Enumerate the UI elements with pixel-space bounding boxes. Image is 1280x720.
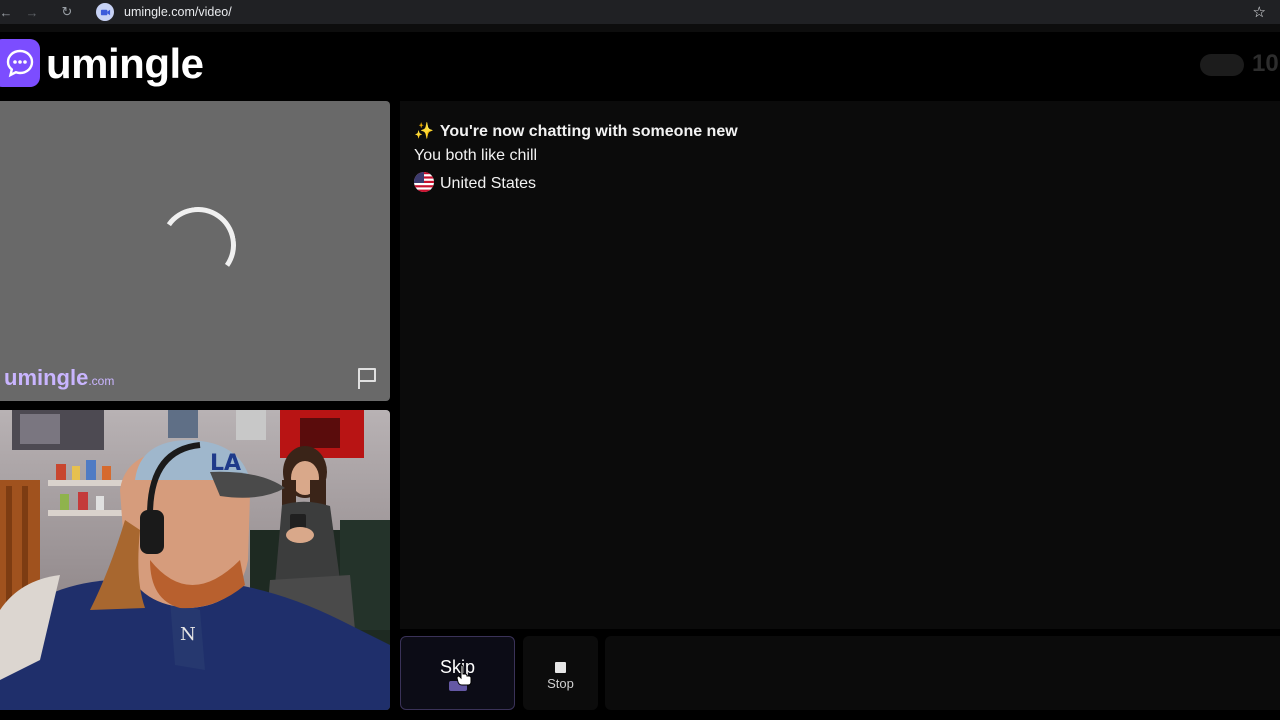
hand-pointer-cursor-icon (456, 664, 472, 686)
video-camera-icon (96, 3, 114, 21)
chat-bubble-logo-icon[interactable] (0, 39, 40, 87)
svg-text:LA: LA (210, 451, 241, 476)
browser-toolbar: ← → ↻ umingle.com/video/ ☆ (0, 0, 1280, 24)
stop-button[interactable]: Stop (523, 636, 598, 710)
system-message: ✨ You're now chatting with someone new (414, 121, 738, 141)
divider (0, 24, 1280, 32)
bookmark-star-icon[interactable]: ☆ (1253, 3, 1266, 21)
stop-square-icon (555, 662, 566, 673)
site-logo-text[interactable]: umingle (46, 40, 204, 88)
forward-arrow-icon[interactable]: → (12, 1, 52, 23)
reload-icon[interactable]: ↻ (52, 1, 82, 23)
stop-label: Stop (547, 676, 574, 691)
back-arrow-icon[interactable]: ← (0, 1, 13, 23)
self-webcam-video: N LA (0, 410, 390, 710)
site-header: umingle 10 (0, 32, 1280, 100)
country-line: United States (414, 172, 536, 193)
url-text: umingle.com/video/ (124, 5, 232, 19)
us-flag-icon (414, 172, 434, 192)
online-count: 10 (1252, 50, 1279, 77)
webcam-feed-image: N LA (0, 410, 390, 710)
svg-text:N: N (180, 624, 196, 645)
system-message-text: You're now chatting with someone new (439, 123, 738, 140)
watermark-suffix: .com (88, 374, 115, 388)
chat-log-panel: ✨ You're now chatting with someone new Yo… (400, 101, 1280, 629)
message-input-area[interactable] (605, 636, 1280, 710)
stranger-video: umingle.com (0, 101, 390, 401)
shared-interest-text: You both like chill (414, 147, 538, 164)
online-indicator-toggle (1200, 54, 1244, 76)
watermark-text: umingle (4, 365, 89, 390)
address-bar[interactable]: umingle.com/video/ (96, 2, 232, 22)
loading-spinner (153, 200, 243, 290)
report-flag-icon[interactable] (354, 365, 380, 391)
sparkles-icon: ✨ (414, 123, 434, 140)
video-watermark: umingle.com (4, 365, 114, 391)
country-text: United States (440, 175, 537, 192)
